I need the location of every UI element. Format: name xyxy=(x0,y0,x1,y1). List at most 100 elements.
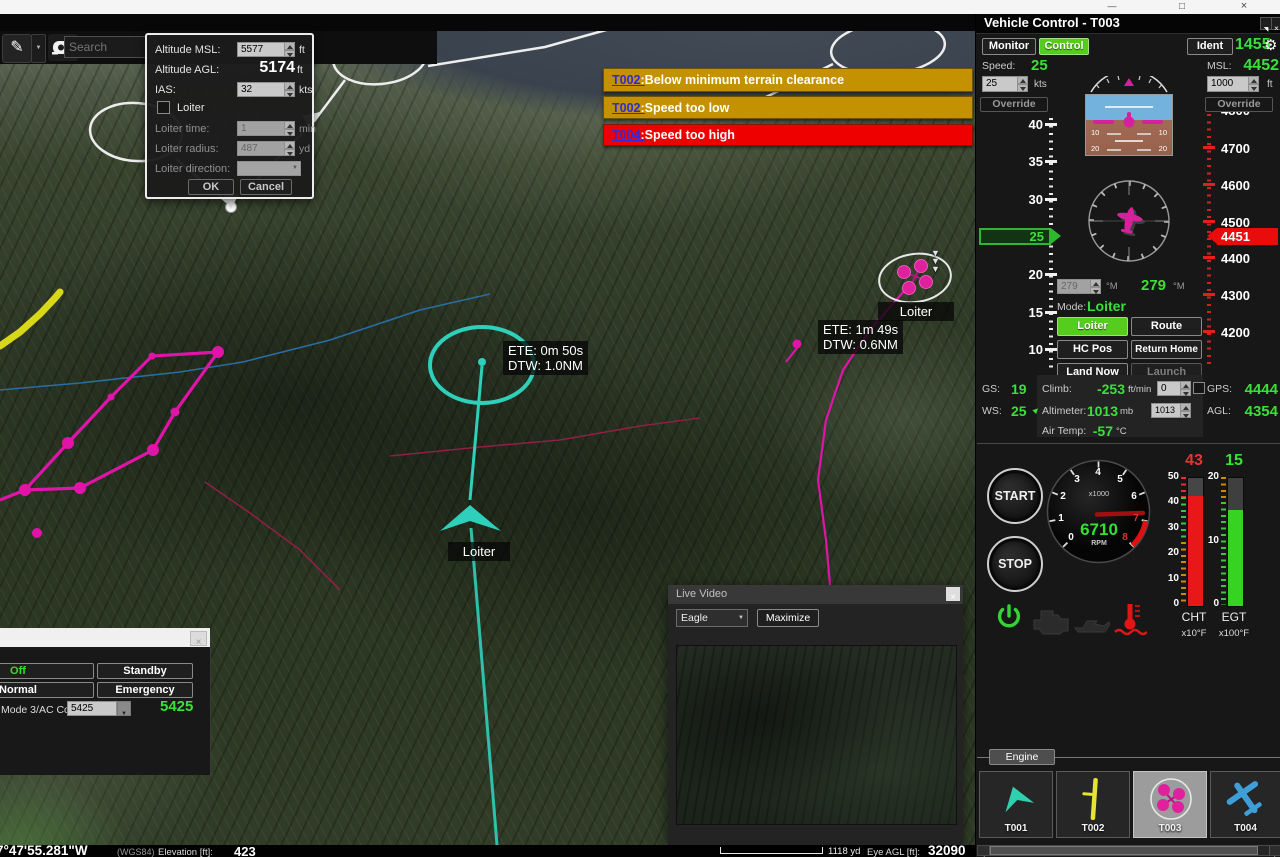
close-button[interactable]: × xyxy=(190,631,207,646)
video-feed[interactable] xyxy=(676,645,957,825)
ias-value[interactable]: 32 xyxy=(237,82,284,97)
alert-banner[interactable]: T002 Speed too low xyxy=(603,96,973,119)
draw-tool-button[interactable]: ✎ xyxy=(2,34,32,63)
search-input[interactable] xyxy=(64,36,156,58)
dtw-text: DTW: 0.6NM xyxy=(823,337,898,352)
pitch-20-left: 20 xyxy=(1091,144,1099,153)
ident-button[interactable]: Ident xyxy=(1187,38,1233,55)
speed-setpoint-stepper[interactable]: 25 xyxy=(982,76,1028,92)
altitude-override-button[interactable]: Override xyxy=(1205,97,1273,112)
close-button[interactable]: × xyxy=(1271,17,1280,30)
cht-scale: 40 xyxy=(1161,497,1179,507)
mode-loiter-button[interactable]: Loiter xyxy=(1057,317,1128,336)
fleet-card-t002[interactable]: T002 xyxy=(1056,771,1130,838)
map-status-bar: 7°47'55.281"W (WGS84) Elevation [ft]: 42… xyxy=(0,845,975,857)
xpdr-code-dropdown[interactable]: ▼ xyxy=(117,701,131,716)
live-video-titlebar[interactable]: Live Video × xyxy=(668,585,963,604)
xpdr-code-select[interactable]: 5425 xyxy=(67,701,117,716)
window-minimize-button[interactable]: — xyxy=(1100,0,1124,14)
stepper-arrows[interactable] xyxy=(284,82,295,97)
close-icon: × xyxy=(950,592,956,603)
cancel-button[interactable]: Cancel xyxy=(240,179,292,195)
ok-button[interactable]: OK xyxy=(188,179,234,195)
draw-tool-dropdown[interactable]: ▼ xyxy=(31,34,46,63)
climb-setpoint[interactable]: 0 xyxy=(1157,381,1180,396)
loiter-time-unit: min xyxy=(299,123,316,135)
altitude-setpoint-stepper[interactable]: 1000 xyxy=(1207,76,1259,92)
mode-route-button[interactable]: Route xyxy=(1131,317,1202,336)
alt-tick xyxy=(1203,220,1215,223)
loiter-radius-stepper: 487 xyxy=(237,141,295,156)
alert-banner[interactable]: T002 Below minimum terrain clearance xyxy=(603,68,973,92)
power-icon xyxy=(994,603,1024,633)
maximize-button[interactable]: Maximize xyxy=(757,609,819,627)
tab-engine[interactable]: Engine xyxy=(989,749,1055,765)
fleet-card-t001[interactable]: T001 xyxy=(979,771,1053,838)
alert-banner[interactable]: T004 Speed too high xyxy=(603,124,973,146)
os-titlebar[interactable]: — □ × xyxy=(0,0,1280,14)
altitude-msl-stepper[interactable]: 5577 xyxy=(237,42,295,57)
stepper-arrows[interactable] xyxy=(1180,403,1191,418)
fleet-card-label: T003 xyxy=(1134,823,1206,834)
xpdr-standby-button[interactable]: Standby xyxy=(97,663,193,679)
altitude-setpoint[interactable]: 1000 xyxy=(1207,76,1248,92)
mode-hcpos-button[interactable]: HC Pos xyxy=(1057,340,1128,359)
cht-scale: 50 xyxy=(1161,472,1179,482)
video-source-select[interactable]: Eagle ▼ xyxy=(676,609,748,627)
alt-tape-label: 4600 xyxy=(1221,178,1250,193)
alert-vehicle-link[interactable]: T002 xyxy=(612,73,645,87)
speed-label: Speed: xyxy=(982,60,1015,72)
xpdr-normal-button[interactable]: Normal xyxy=(0,682,94,698)
mode-returnhome-button[interactable]: Return Home xyxy=(1131,340,1202,359)
xpdr-emergency-button[interactable]: Emergency xyxy=(97,682,193,698)
speed-setpoint[interactable]: 25 xyxy=(982,76,1017,92)
loiter-time-label: Loiter time: xyxy=(155,123,209,135)
altitude-agl-label: Altitude AGL: xyxy=(155,64,219,76)
climb-hold-checkbox[interactable] xyxy=(1193,382,1205,394)
map-scale-bar xyxy=(720,847,823,854)
speed-override-button[interactable]: Override xyxy=(980,97,1048,112)
heading-compass xyxy=(1086,178,1172,264)
vc-titlebar[interactable]: Vehicle Control - T003 ◥ × xyxy=(976,14,1280,34)
rpm-multiplier: x1000 xyxy=(1079,489,1119,498)
alert-vehicle-link[interactable]: T004 xyxy=(612,128,645,142)
stepper-arrows xyxy=(1090,279,1101,294)
window-maximize-button[interactable]: □ xyxy=(1170,0,1194,14)
scroll-right-button[interactable]: ► xyxy=(1269,846,1280,855)
tab-control[interactable]: Control xyxy=(1039,38,1089,55)
altitude-msl-value[interactable]: 5577 xyxy=(237,42,284,57)
altimeter-setpoint-stepper[interactable]: 1013 xyxy=(1151,403,1191,418)
scroll-thumb[interactable] xyxy=(990,846,1258,855)
stepper-arrows[interactable] xyxy=(284,42,295,57)
speed-tick xyxy=(1045,123,1057,126)
engine-stop-button[interactable]: STOP xyxy=(987,536,1043,592)
chevron-stack[interactable]: ▼ ▼ ▼ xyxy=(931,249,940,273)
tab-monitor[interactable]: Monitor xyxy=(982,38,1036,55)
close-button[interactable]: × xyxy=(946,587,960,601)
scroll-left-button[interactable]: ◄ xyxy=(978,846,990,855)
air-temp-unit: °C xyxy=(1116,426,1127,437)
transponder-titlebar[interactable]: × xyxy=(0,628,210,647)
engine-start-button[interactable]: START xyxy=(987,468,1043,524)
alert-vehicle-link[interactable]: T002 xyxy=(612,101,645,115)
stepper-arrows[interactable] xyxy=(1248,76,1259,92)
stepper-arrows[interactable] xyxy=(1180,381,1191,396)
altimeter-setpoint[interactable]: 1013 xyxy=(1151,403,1180,418)
xpdr-off-button[interactable]: Off xyxy=(0,663,94,679)
speed-tape-label: 30 xyxy=(1009,192,1043,207)
chevron-down-icon[interactable]: ▼ xyxy=(931,265,940,273)
ias-stepper[interactable]: 32 xyxy=(237,82,295,97)
mode-label: Mode: xyxy=(1057,301,1086,313)
fleet-scrollbar[interactable]: ◄ ► xyxy=(977,845,1280,856)
climb-setpoint-stepper[interactable]: 0 xyxy=(1157,381,1191,396)
rpm-dial-number: 5 xyxy=(1113,475,1127,485)
fleet-card-t003[interactable]: T003 xyxy=(1133,771,1207,838)
gear-icon[interactable]: ⚙ xyxy=(1264,36,1277,54)
window-close-button[interactable]: × xyxy=(1232,0,1256,14)
stepper-arrows[interactable] xyxy=(1017,76,1028,92)
ownship-ete-label: ETE: 0m 50s DTW: 1.0NM xyxy=(503,341,588,375)
cht-scale: 20 xyxy=(1161,548,1179,558)
fleet-card-t004[interactable]: T004 xyxy=(1210,771,1280,838)
loiter-checkbox[interactable] xyxy=(157,101,170,114)
cursor-coordinates: 7°47'55.281"W xyxy=(0,843,88,857)
